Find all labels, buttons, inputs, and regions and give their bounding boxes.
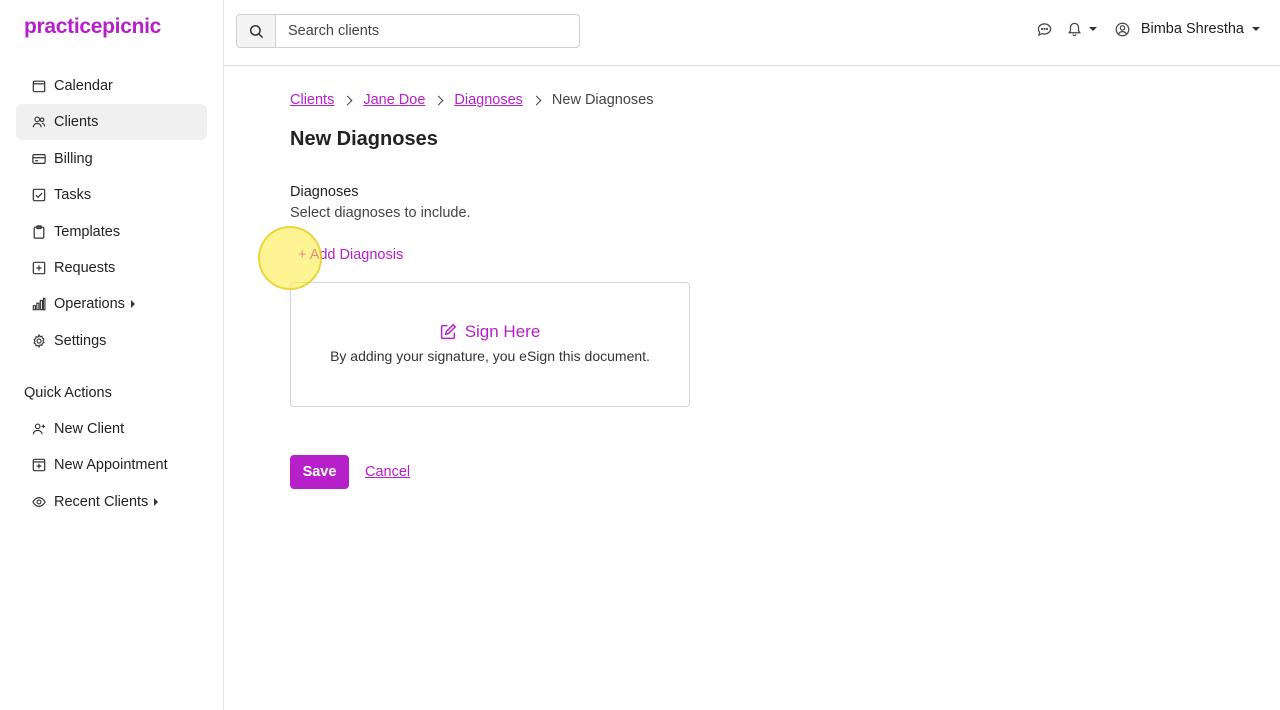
sidebar-item-label: Clients — [54, 114, 99, 131]
app-logo[interactable]: practicepicnic — [24, 15, 161, 39]
checkbox-icon — [32, 188, 46, 202]
breadcrumb-client-name[interactable]: Jane Doe — [363, 92, 425, 108]
chevron-right-icon — [531, 95, 542, 105]
quick-action-new-client[interactable]: New Client — [16, 411, 207, 447]
eye-icon — [32, 495, 46, 509]
breadcrumb-current: New Diagnoses — [551, 92, 654, 108]
signature-disclaimer: By adding your signature, you eSign this… — [330, 347, 650, 364]
user-menu[interactable]: Bimba Shrestha — [1115, 21, 1260, 37]
search-bar — [236, 14, 580, 48]
gear-icon — [32, 333, 46, 348]
signature-box[interactable]: Sign Here By adding your signature, you … — [290, 282, 690, 407]
notifications-dropdown[interactable] — [1067, 21, 1097, 37]
save-button[interactable]: Save — [290, 455, 349, 489]
sidebar-item-label: Operations — [54, 296, 125, 313]
diagnoses-label: Diagnoses — [290, 184, 359, 200]
sidebar: practicepicnic Calendar Clients Billing … — [0, 0, 224, 710]
sidebar-item-templates[interactable]: Templates — [16, 214, 207, 250]
form-actions: Save Cancel — [290, 455, 690, 489]
caret-right-icon — [130, 300, 135, 309]
users-icon — [32, 115, 46, 129]
search-input[interactable] — [276, 15, 579, 47]
page-title: New Diagnoses — [290, 128, 438, 150]
breadcrumb: Clients Jane Doe Diagnoses New Diagnoses — [290, 90, 690, 110]
cancel-link[interactable]: Cancel — [365, 464, 410, 480]
plus-square-icon — [32, 261, 46, 275]
search-button[interactable] — [237, 15, 276, 47]
sidebar-item-label: Tasks — [54, 187, 92, 204]
bar-chart-icon — [32, 297, 46, 311]
quick-action-label: New Appointment — [54, 457, 168, 474]
user-plus-icon — [32, 422, 46, 436]
quick-action-new-appointment[interactable]: New Appointment — [16, 447, 207, 483]
sidebar-item-billing[interactable]: Billing — [16, 141, 207, 177]
edit-icon — [440, 323, 456, 340]
sidebar-item-label: Requests — [54, 259, 116, 276]
sign-here-label: Sign Here — [464, 321, 541, 341]
sidebar-item-label: Calendar — [54, 78, 113, 94]
user-avatar-icon — [1115, 21, 1131, 37]
user-name: Bimba Shrestha — [1140, 21, 1244, 37]
chevron-down-icon — [1088, 27, 1097, 31]
sidebar-item-requests[interactable]: Requests — [16, 250, 207, 286]
credit-card-icon — [32, 152, 46, 166]
add-diagnosis-button[interactable]: + Add Diagnosis — [298, 247, 403, 263]
quick-action-label: New Client — [54, 421, 125, 437]
chevron-right-icon — [433, 95, 444, 105]
clipboard-icon — [32, 224, 46, 239]
bell-icon — [1067, 21, 1083, 37]
chevron-right-icon — [342, 95, 353, 105]
top-right-controls: Bimba Shrestha — [1037, 21, 1260, 37]
search-icon — [249, 24, 263, 38]
sidebar-nav: Calendar Clients Billing Tasks Templates — [16, 68, 207, 359]
chat-icon[interactable] — [1037, 21, 1053, 37]
quick-actions-title: Quick Actions — [24, 385, 112, 401]
chevron-down-icon — [1252, 27, 1260, 31]
sidebar-item-settings[interactable]: Settings — [16, 323, 207, 359]
sign-here-heading: Sign Here — [440, 321, 541, 342]
sidebar-item-label: Settings — [54, 332, 107, 349]
breadcrumb-diagnoses[interactable]: Diagnoses — [454, 92, 523, 108]
caret-right-icon — [154, 497, 159, 506]
sidebar-item-clients[interactable]: Clients — [16, 104, 207, 141]
sidebar-item-label: Templates — [54, 223, 121, 240]
quick-action-recent-clients[interactable]: Recent Clients — [16, 484, 207, 520]
main-content: Clients Jane Doe Diagnoses New Diagnoses… — [290, 90, 690, 489]
calendar-plus-icon — [32, 458, 46, 472]
sidebar-item-operations[interactable]: Operations — [16, 286, 207, 322]
quick-action-label: Recent Clients — [54, 493, 149, 510]
top-bar: Bimba Shrestha — [224, 0, 1280, 66]
sidebar-item-label: Billing — [54, 150, 93, 167]
breadcrumb-clients[interactable]: Clients — [290, 92, 334, 108]
sidebar-item-tasks[interactable]: Tasks — [16, 177, 207, 213]
quick-actions: New Client New Appointment Recent Client… — [16, 411, 207, 520]
diagnoses-help-text: Select diagnoses to include. — [290, 205, 471, 221]
calendar-icon — [32, 79, 46, 93]
sidebar-item-calendar[interactable]: Calendar — [16, 68, 207, 104]
